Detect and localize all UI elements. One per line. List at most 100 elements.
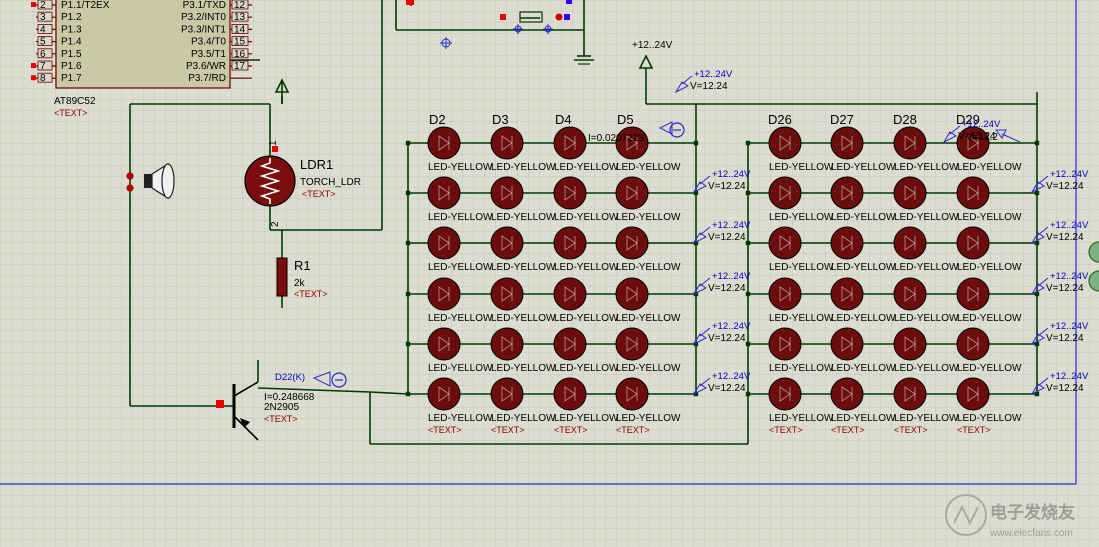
mcu-pin-name: P3.6/WR xyxy=(186,61,226,72)
led-name: D5 xyxy=(617,112,634,127)
led-type-label: LED-YELLOW xyxy=(894,262,959,273)
schematic-canvas: 2 P1.1/T2EX 3 P1.2 4 P1.3 5 P1.4 6 P1.5 7 P1.6 8 P1.7… xyxy=(0,0,1099,547)
led-type-label: LED-YELLOW xyxy=(894,212,959,223)
led-text-label: <TEXT> xyxy=(894,425,928,435)
voltage-probe-value: V=12.24 xyxy=(1046,333,1084,344)
led-type-label: LED-YELLOW xyxy=(769,262,834,273)
led-type-label: LED-YELLOW xyxy=(428,162,493,173)
mcu-pin-number: 7 xyxy=(40,61,46,72)
led-type-label: LED-YELLOW xyxy=(831,363,896,374)
ldr-name: LDR1 xyxy=(300,157,333,172)
voltage-probe-label: +12..24V xyxy=(1050,220,1089,231)
mcu-pin-name: P3.7/RD xyxy=(188,73,226,84)
voltage-probe-value: V=12.24 xyxy=(708,181,746,192)
mcu-pin-name: P1.3 xyxy=(61,24,82,35)
led-type-label: LED-YELLOW xyxy=(428,212,493,223)
led-type-label: LED-YELLOW xyxy=(428,413,493,424)
watermark-brand: 电子发烧友 xyxy=(990,502,1075,523)
led-type-label: LED-YELLOW xyxy=(616,413,681,424)
led-type-label: LED-YELLOW xyxy=(554,262,619,273)
led-text-label: <TEXT> xyxy=(957,425,991,435)
voltage-probe-value: V=12.24 xyxy=(708,383,746,394)
led-text-label: <TEXT> xyxy=(554,425,588,435)
mcu-part-label: AT89C52 xyxy=(54,96,96,107)
led-type-label: LED-YELLOW xyxy=(894,363,959,374)
led-type-label: LED-YELLOW xyxy=(554,413,619,424)
voltage-probe-value: V=12.24 xyxy=(1046,283,1084,294)
led-type-label: LED-YELLOW xyxy=(491,313,556,324)
led-type-label: LED-YELLOW xyxy=(957,313,1022,324)
mcu-text-label: <TEXT> xyxy=(54,108,88,118)
voltage-probe-value: V=12.24 xyxy=(690,81,728,92)
mcu-pin-name: P3.5/T1 xyxy=(191,49,226,60)
led-type-label: LED-YELLOW xyxy=(957,162,1022,173)
led-type-label: LED-YELLOW xyxy=(769,162,834,173)
led-type-label: LED-YELLOW xyxy=(957,262,1022,273)
led-type-label: LED-YELLOW xyxy=(491,162,556,173)
transistor-text: <TEXT> xyxy=(264,414,298,424)
mcu-pin-number: 6 xyxy=(40,49,46,60)
mcu-pin-number: 12 xyxy=(234,0,246,11)
mcu-pin-name: P1.6 xyxy=(61,61,82,72)
led-type-label: LED-YELLOW xyxy=(616,363,681,374)
led-text-label: <TEXT> xyxy=(831,425,865,435)
led-type-label: LED-YELLOW xyxy=(491,363,556,374)
led-type-label: LED-YELLOW xyxy=(769,363,834,374)
led-text-label: <TEXT> xyxy=(769,425,803,435)
ldr-text: <TEXT> xyxy=(302,189,336,199)
led-type-label: LED-YELLOW xyxy=(616,313,681,324)
led-type-label: LED-YELLOW xyxy=(831,262,896,273)
mcu-pin-name: P1.4 xyxy=(61,37,82,48)
voltage-probe-label: +12..24V xyxy=(1050,371,1089,382)
led-type-label: LED-YELLOW xyxy=(428,363,493,374)
voltage-probe-label: +12..24V xyxy=(1050,321,1089,332)
led-type-label: LED-YELLOW xyxy=(491,212,556,223)
voltage-probe-label: +12..24V xyxy=(712,220,751,231)
led-text-label: <TEXT> xyxy=(616,425,650,435)
voltage-probe-label: +12..24V xyxy=(712,371,751,382)
led-type-label: LED-YELLOW xyxy=(616,162,681,173)
ldr-part: TORCH_LDR xyxy=(300,177,361,188)
mcu-pin-number: 15 xyxy=(234,37,246,48)
led-text-label: <TEXT> xyxy=(428,425,462,435)
led-name: D3 xyxy=(492,112,509,127)
voltage-probe-label: +12..24V xyxy=(712,169,751,180)
mcu-pin-name: P3.1/TXD xyxy=(183,0,226,11)
led-type-label: LED-YELLOW xyxy=(769,212,834,223)
mcu-pin-number: 4 xyxy=(40,24,46,35)
mcu-pin-name: P1.1/T2EX xyxy=(61,0,110,11)
led-name: D27 xyxy=(830,112,854,127)
voltage-probe-value: V=12.24 xyxy=(708,283,746,294)
led-type-label: LED-YELLOW xyxy=(957,363,1022,374)
mcu-pin-number: 5 xyxy=(40,37,46,48)
voltage-probe-label: +12..24V xyxy=(712,271,751,282)
led-name: D26 xyxy=(768,112,792,127)
led-type-label: LED-YELLOW xyxy=(769,313,834,324)
led-text-label: <TEXT> xyxy=(491,425,525,435)
voltage-probe-value: V=12.24 xyxy=(1046,232,1084,243)
voltage-probe-value: V=12.24 xyxy=(708,333,746,344)
array-supply-label: +12..24V xyxy=(632,40,673,51)
mcu-pin-number: 17 xyxy=(234,61,246,72)
voltage-probe-label: +12..24V xyxy=(1050,271,1089,282)
mcu-pin-number: 13 xyxy=(234,12,246,23)
mcu-pin-number: 2 xyxy=(40,0,46,11)
voltage-probe-label: +12..24V xyxy=(1050,169,1089,180)
led-type-label: LED-YELLOW xyxy=(957,212,1022,223)
voltage-probe-value: V=12.24 xyxy=(1046,181,1084,192)
mcu-pin-name: P1.7 xyxy=(61,73,82,84)
led-probe-current: I=0.0207223 xyxy=(588,133,644,144)
voltage-probe-label: +12..24V xyxy=(712,321,751,332)
led-type-label: LED-YELLOW xyxy=(554,212,619,223)
led-type-label: LED-YELLOW xyxy=(554,313,619,324)
led-type-label: LED-YELLOW xyxy=(894,413,959,424)
voltage-probe-label: +12..24V xyxy=(694,69,733,80)
led-type-label: LED-YELLOW xyxy=(554,363,619,374)
current-probe-name: D22(K) xyxy=(275,372,305,383)
mcu-pin-number: 3 xyxy=(40,12,46,23)
ldr-pin-1: 1 xyxy=(268,140,279,146)
led-type-label: LED-YELLOW xyxy=(616,212,681,223)
led-type-label: LED-YELLOW xyxy=(491,262,556,273)
mcu-pin-name: P1.2 xyxy=(61,12,82,23)
voltage-probe-value: V=12.2 xyxy=(966,132,998,143)
